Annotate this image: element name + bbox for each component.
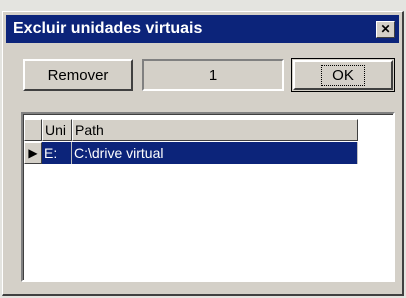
grid-body: Uni Path ▶ E: C:\drive virtual [23,114,393,280]
remove-button-label: Remover [47,66,109,84]
column-header-path[interactable]: Path [72,119,358,141]
remove-button[interactable]: Remover [23,59,133,91]
cell-unit[interactable]: E: [42,142,72,164]
virtual-drives-grid[interactable]: Uni Path ▶ E: C:\drive virtual [21,112,395,282]
column-header-unit[interactable]: Uni [42,119,72,141]
title-bar[interactable]: Excluir unidades virtuais ✕ [6,15,399,43]
table-row[interactable]: ▶ E: C:\drive virtual [24,142,358,164]
ok-button[interactable]: OK [291,58,395,92]
drive-count-value: 1 [208,66,218,84]
row-indicator-cell: ▶ [24,142,42,164]
ok-button-face: OK [293,60,393,90]
delete-virtual-drives-dialog: Excluir unidades virtuais ✕ Remover 1 OK… [2,11,404,296]
drive-count-field: 1 [142,59,284,91]
cell-path[interactable]: C:\drive virtual [72,142,358,164]
ok-button-label: OK [321,64,365,86]
header-indicator-cell [24,119,42,141]
close-button[interactable]: ✕ [376,20,395,38]
current-row-arrow-icon: ▶ [28,146,38,160]
close-icon: ✕ [380,22,391,36]
grid-header-row: Uni Path [24,119,358,141]
window-title: Excluir unidades virtuais [13,20,203,37]
